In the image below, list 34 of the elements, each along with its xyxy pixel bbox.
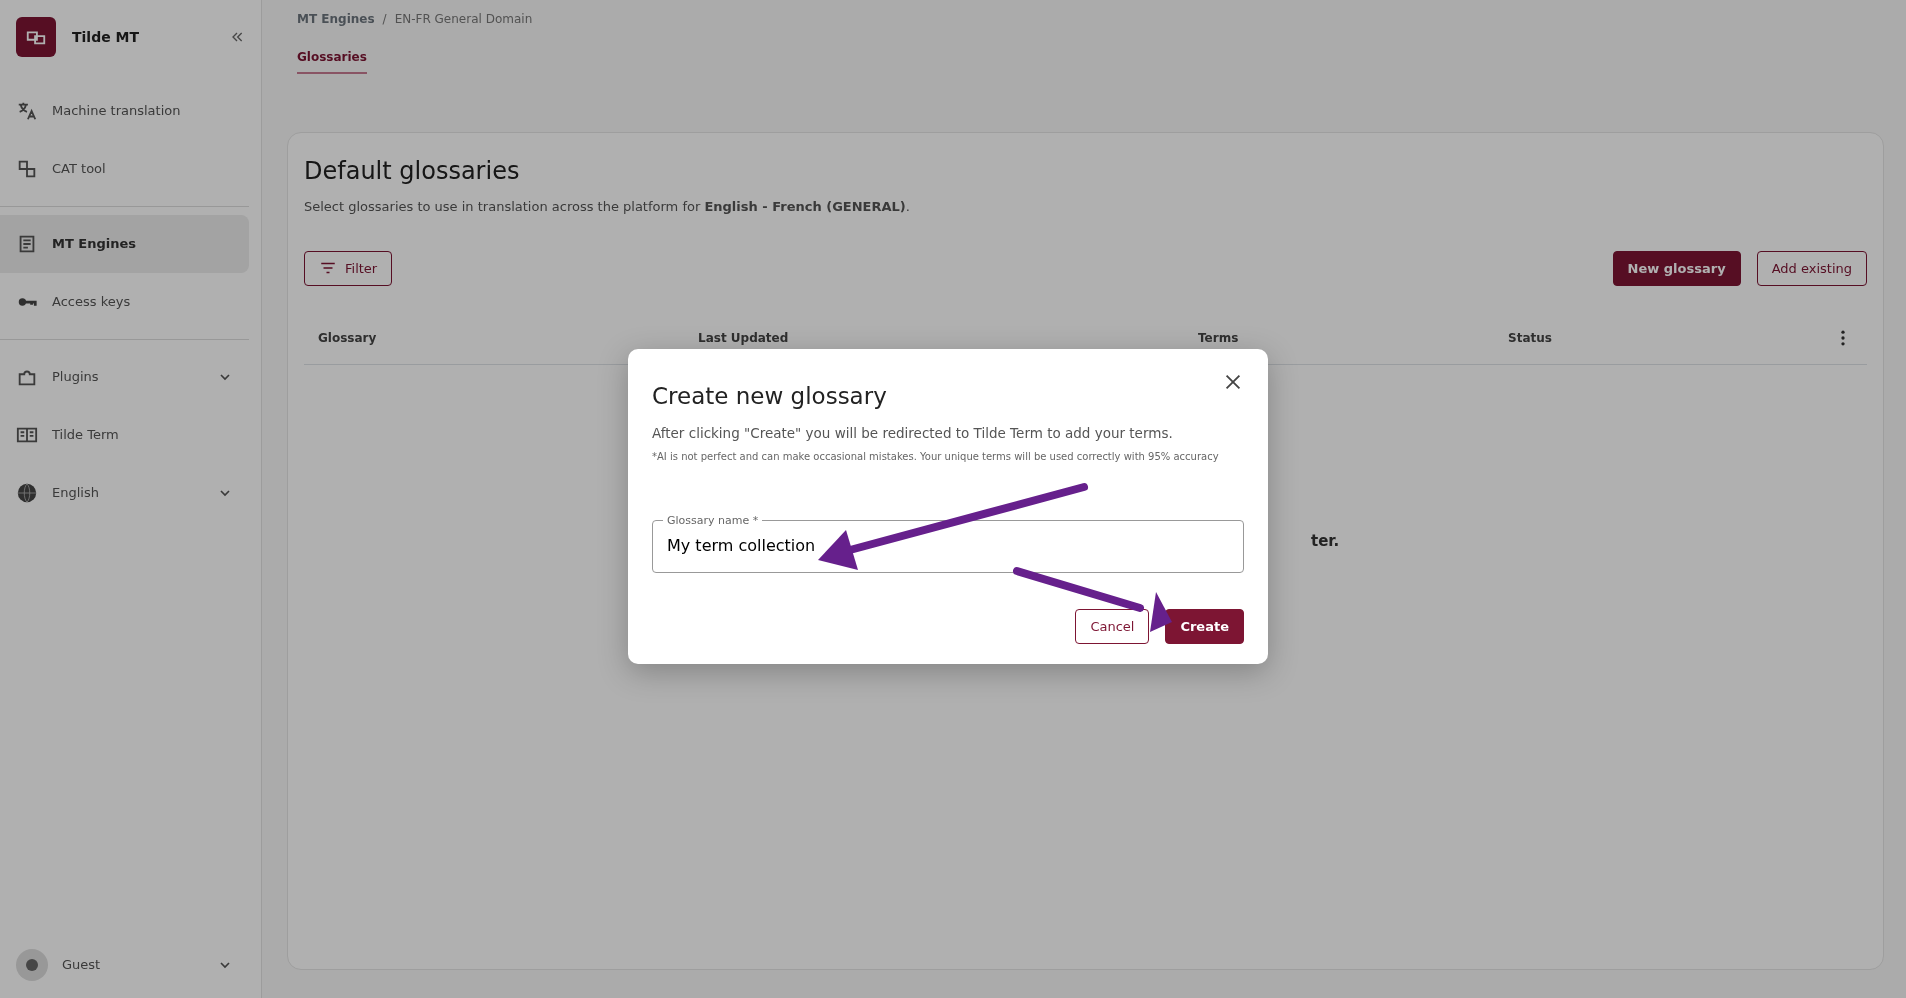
empty-state-text: ter. [1311, 531, 1341, 552]
card-description: Select glossaries to use in translation across the platform for English - French (GENERAL). [304, 198, 911, 216]
input-field[interactable]: My term collection [667, 525, 1229, 564]
sidebar-item[interactable]: English [0, 464, 249, 522]
create-button[interactable]: Create [1165, 608, 1244, 645]
breadcrumb-current: EN-FR General Domain [394, 11, 533, 28]
new-glossary-button[interactable]: New glossary [1612, 250, 1741, 286]
avatar [16, 949, 48, 981]
globe-icon [16, 482, 38, 504]
sidebar-item[interactable]: Machine translation [0, 82, 249, 140]
breadcrumb-separator: / [382, 11, 387, 28]
dialog-text: After clicking "Create" you will be redirected to Tilde Term to add your terms. [652, 423, 1174, 443]
dialog-note: *AI is not perfect and can make occasional mistakes. Your unique terms will be used correctly with 95% accuracy [652, 449, 1220, 464]
text-field[interactable]: Glossary name * My term collection [652, 514, 1244, 573]
cancel-button[interactable]: Cancel [1075, 608, 1150, 645]
column-header: Status [1508, 330, 1553, 347]
column-header: Terms [1198, 330, 1240, 347]
sidebar-item[interactable]: MT Engines [0, 215, 249, 273]
column-header: Last Updated [698, 330, 790, 347]
dialog-title: Create new glossary [652, 383, 888, 411]
card-title: Default glossaries [304, 156, 521, 187]
sidebar-item[interactable]: Plugins [0, 348, 249, 406]
add-existing-button[interactable]: Add existing [1756, 250, 1867, 286]
user-menu[interactable]: Guest [0, 936, 249, 994]
breadcrumb-link[interactable]: MT Engines [297, 10, 375, 28]
tab[interactable]: Glossaries [297, 28, 367, 74]
sidebar-item[interactable]: CAT tool [0, 140, 249, 198]
column-header: Glossary [318, 330, 378, 347]
field-label: Glossary name * [666, 514, 760, 526]
sidebar-item[interactable]: Access keys [0, 273, 249, 331]
sidebar-item[interactable]: Tilde Term [0, 406, 249, 464]
app-logo [16, 17, 56, 57]
app-name: Tilde MT [72, 27, 141, 47]
filter-button[interactable]: Filter [304, 250, 393, 286]
